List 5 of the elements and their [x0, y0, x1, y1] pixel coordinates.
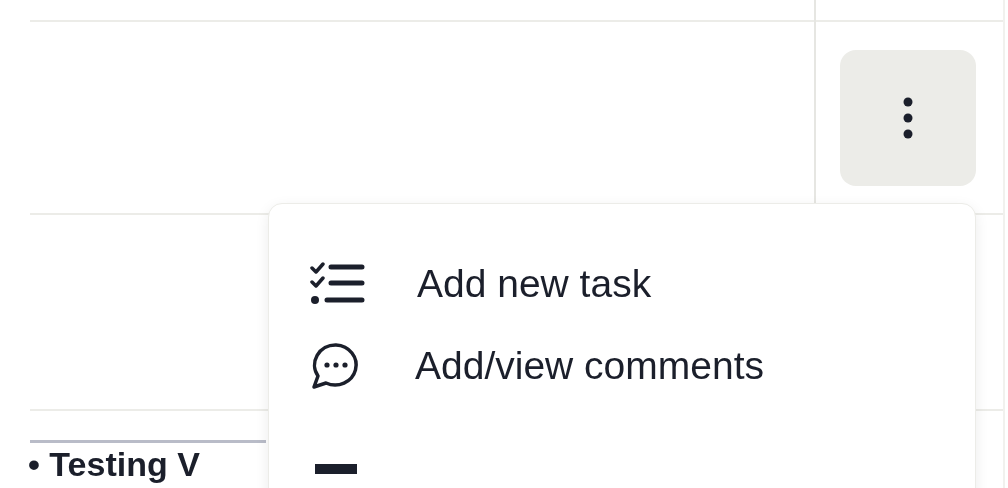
kebab-icon — [903, 97, 913, 139]
more-button[interactable] — [840, 50, 976, 186]
row-label: • Testing V — [28, 446, 200, 484]
menu-item[interactable]: Add new task — [269, 244, 658, 326]
menu-item[interactable]: Add/view comments — [269, 325, 770, 407]
